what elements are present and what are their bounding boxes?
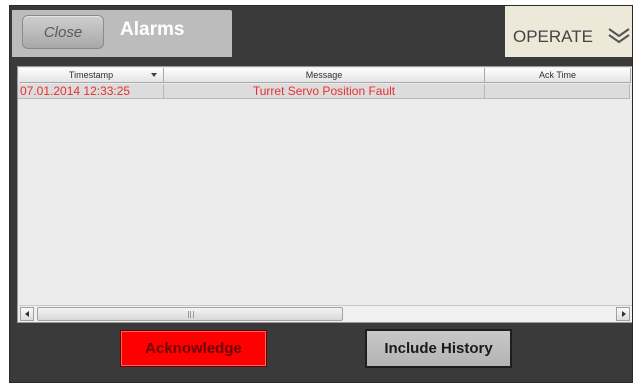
close-button[interactable]: Close xyxy=(22,15,104,49)
scroll-right-button[interactable] xyxy=(616,307,630,321)
arrow-right-icon xyxy=(622,311,626,317)
arrow-left-icon xyxy=(25,311,29,317)
page-title: Alarms xyxy=(120,19,185,40)
column-header-message[interactable]: Message xyxy=(164,68,485,83)
alarm-table xyxy=(17,66,633,323)
scroll-thumb[interactable] xyxy=(37,307,343,321)
scroll-left-button[interactable] xyxy=(20,307,34,321)
chevron-double-down-icon[interactable] xyxy=(607,26,631,44)
cell-ack-time xyxy=(485,84,630,99)
operate-mode-label: OPERATE xyxy=(513,27,593,46)
grip-icon xyxy=(188,311,194,318)
column-header-ack-time[interactable]: Ack Time xyxy=(485,68,631,83)
column-header-timestamp[interactable]: Timestamp xyxy=(19,68,164,83)
sort-down-icon[interactable] xyxy=(151,73,157,77)
cell-timestamp: 07.01.2014 12:33:25 xyxy=(20,84,164,99)
cell-message: Turret Servo Position Fault xyxy=(164,84,485,99)
acknowledge-button[interactable]: Acknowledge xyxy=(120,330,267,367)
column-header-label: Timestamp xyxy=(68,70,114,80)
column-header-label: Message xyxy=(305,70,343,80)
column-header-label: Ack Time xyxy=(538,70,576,80)
horizontal-scrollbar[interactable] xyxy=(19,305,632,322)
include-history-button[interactable]: Include History xyxy=(365,329,512,368)
